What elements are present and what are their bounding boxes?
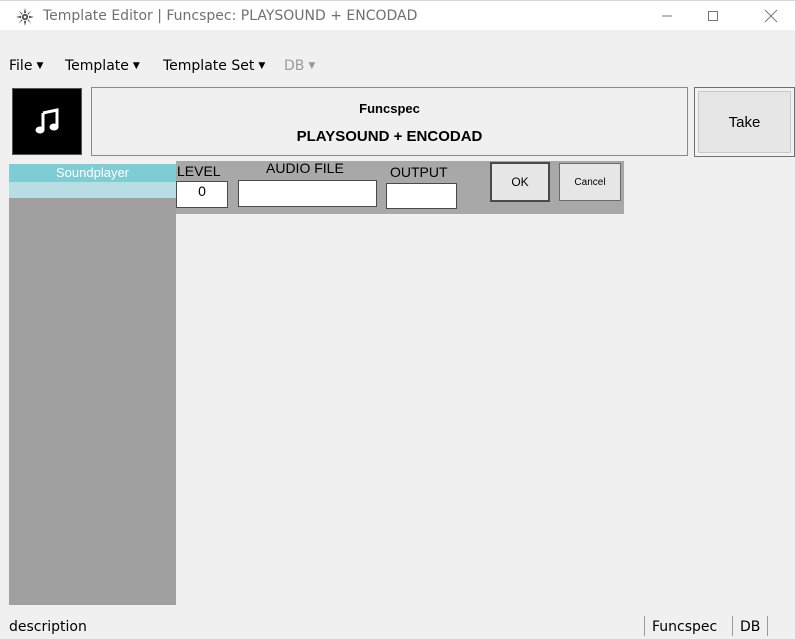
menu-template[interactable]: Template ▼ [65, 58, 140, 74]
app-gear-icon [16, 8, 34, 26]
sidebar-item-soundplayer[interactable]: Soundplayer [9, 164, 176, 182]
chevron-down-icon: ▼ [36, 61, 44, 71]
maximize-button[interactable] [690, 1, 736, 31]
chevron-down-icon: ▼ [258, 61, 266, 71]
status-divider [644, 616, 645, 636]
menu-file-label: File [9, 58, 33, 74]
level-field[interactable]: 0 [176, 181, 228, 208]
output-label: OUTPUT [390, 164, 448, 180]
template-sidebar: Soundplayer [9, 164, 176, 605]
menu-bar: File ▼ Template ▼ Template Set ▼ DB ▼ [0, 55, 795, 81]
take-button[interactable]: Take [694, 87, 795, 157]
music-note-icon [35, 107, 59, 133]
close-icon [764, 9, 778, 23]
level-label: LEVEL [177, 163, 221, 179]
music-note-tile [12, 88, 82, 155]
funcspec-header: Funcspec PLAYSOUND + ENCODAD [91, 87, 688, 156]
minimize-icon [662, 15, 672, 17]
chevron-down-icon: ▼ [308, 61, 316, 71]
title-bar: Template Editor | Funcspec: PLAYSOUND + … [0, 0, 795, 30]
menu-template-label: Template [65, 58, 129, 74]
minimize-button[interactable] [644, 1, 690, 31]
cancel-button[interactable]: Cancel [559, 163, 621, 201]
menu-db-label: DB [284, 58, 305, 74]
window-title: Template Editor | Funcspec: PLAYSOUND + … [43, 8, 418, 24]
output-field[interactable] [386, 183, 457, 209]
menu-file[interactable]: File ▼ [9, 58, 43, 74]
status-db: DB [740, 619, 761, 635]
menu-db[interactable]: DB ▼ [284, 58, 315, 74]
status-divider [767, 616, 768, 636]
maximize-icon [708, 11, 718, 21]
header-subtitle: PLAYSOUND + ENCODAD [296, 128, 483, 145]
status-funcspec: Funcspec [652, 619, 718, 635]
audio-file-field[interactable] [238, 180, 377, 207]
status-bar: description Funcspec DB [0, 612, 795, 639]
status-divider [732, 616, 733, 636]
audio-file-label: AUDIO FILE [266, 160, 344, 176]
chevron-down-icon: ▼ [132, 61, 140, 71]
header-title: Funcspec [359, 101, 420, 116]
menu-template-set[interactable]: Template Set ▼ [163, 58, 265, 74]
status-description: description [9, 619, 87, 635]
template-form-panel: LEVEL 0 AUDIO FILE OUTPUT OK Cancel [176, 160, 624, 214]
sidebar-subitem [9, 182, 176, 198]
ok-button[interactable]: OK [490, 162, 550, 202]
close-button[interactable] [748, 1, 794, 31]
menu-template-set-label: Template Set [163, 58, 255, 74]
